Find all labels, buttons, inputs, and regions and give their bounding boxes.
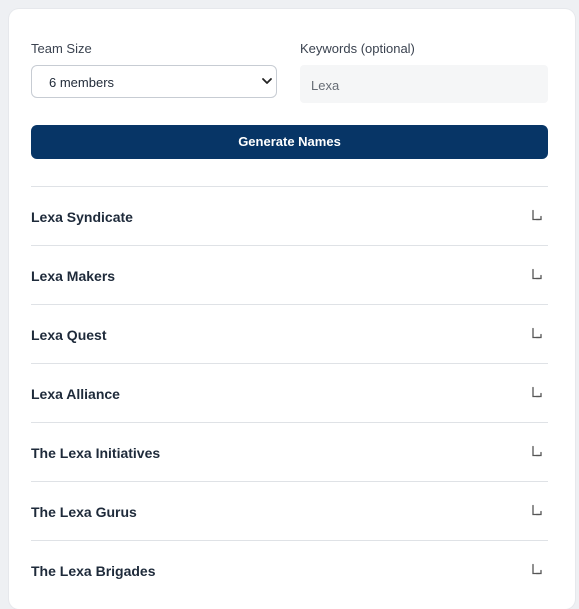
list-item: Lexa Alliance	[31, 363, 548, 422]
copy-icon[interactable]	[530, 445, 544, 459]
result-name: Lexa Alliance	[31, 386, 120, 402]
generator-card: Team Size 6 members Keywords (optional) …	[9, 9, 575, 609]
team-size-select[interactable]: 6 members	[31, 65, 277, 98]
copy-icon[interactable]	[530, 504, 544, 518]
results-list: Lexa Syndicate Lexa Makers Lexa Quest Le…	[31, 186, 548, 599]
list-item: Lexa Quest	[31, 304, 548, 363]
team-size-label: Team Size	[31, 41, 92, 56]
copy-icon[interactable]	[530, 209, 544, 223]
result-name: Lexa Syndicate	[31, 209, 133, 225]
list-item: Lexa Syndicate	[31, 186, 548, 245]
team-size-value: 6 members	[49, 75, 115, 90]
result-name: The Lexa Initiatives	[31, 445, 161, 461]
chevron-down-icon	[262, 78, 272, 84]
copy-icon[interactable]	[530, 563, 544, 577]
list-item: The Lexa Brigades	[31, 540, 548, 599]
list-item: Lexa Makers	[31, 245, 548, 304]
copy-icon[interactable]	[530, 268, 544, 282]
result-name: The Lexa Gurus	[31, 504, 137, 520]
list-item: The Lexa Gurus	[31, 481, 548, 540]
result-name: Lexa Makers	[31, 268, 116, 284]
result-name: Lexa Quest	[31, 327, 107, 343]
list-item: The Lexa Initiatives	[31, 422, 548, 481]
keywords-value: Lexa	[311, 78, 340, 93]
copy-icon[interactable]	[530, 327, 544, 341]
keywords-input[interactable]: Lexa	[300, 65, 548, 103]
keywords-label: Keywords (optional)	[300, 41, 415, 56]
copy-icon[interactable]	[530, 386, 544, 400]
generate-names-button[interactable]: Generate Names	[31, 125, 548, 159]
result-name: The Lexa Brigades	[31, 563, 156, 579]
